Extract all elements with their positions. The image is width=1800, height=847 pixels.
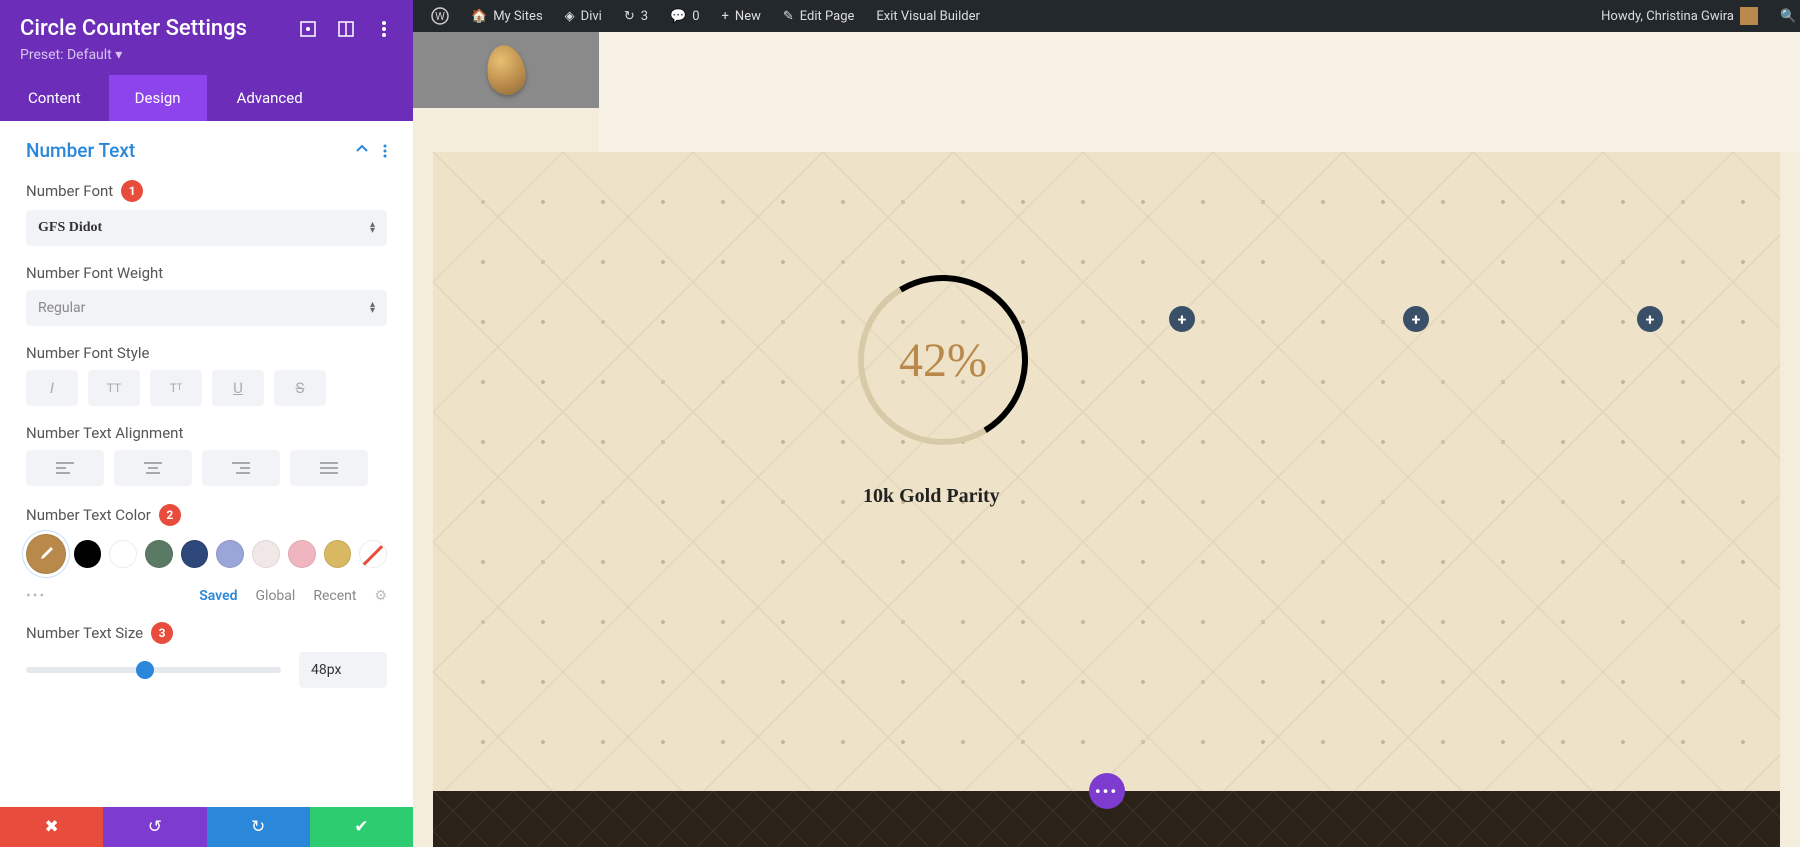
counter-number: 42% [858,275,1028,445]
weight-select[interactable]: Regular▴▾ [26,290,387,326]
save-button[interactable]: ✔ [310,807,413,847]
align-label: Number Text Alignment [26,424,183,442]
color-swatch-navy[interactable] [181,540,209,568]
undo-button[interactable]: ↺ [103,807,206,847]
cancel-button[interactable]: ✖ [0,807,103,847]
color-settings-icon[interactable]: ⚙ [374,588,387,604]
color-tab-global[interactable]: Global [256,588,296,604]
marker-3: 3 [151,622,173,644]
search-icon[interactable]: 🔍 [1772,9,1790,24]
settings-title: Circle Counter Settings [20,16,247,41]
section-more-icon[interactable] [383,144,387,158]
swatch-more-icon[interactable]: ••• [26,588,46,604]
font-label: Number Font [26,182,113,200]
font-select[interactable]: GFS Didot▴▾ [26,210,387,246]
select-arrows-icon: ▴▾ [370,222,375,234]
tab-advanced[interactable]: Advanced [207,75,329,121]
color-swatch-black[interactable] [74,540,102,568]
page-top-spacer [599,32,1800,152]
eyedropper-swatch[interactable] [26,534,66,574]
color-tab-saved[interactable]: Saved [199,588,237,604]
more-icon[interactable] [375,20,393,38]
tab-content[interactable]: Content [0,75,109,121]
color-swatch-green[interactable] [145,540,173,568]
preset-selector[interactable]: Preset: Default ▾ [20,47,393,63]
align-left-button[interactable] [26,450,104,486]
color-swatch-lavender[interactable] [216,540,244,568]
updates-link[interactable]: ↻ 3 [616,9,656,24]
size-value-input[interactable]: 48px [299,652,387,688]
howdy-user[interactable]: Howdy, Christina Gwira [1593,7,1766,25]
color-swatch-none[interactable] [359,540,387,568]
color-swatch-pale[interactable] [252,540,280,568]
counter-title: 10k Gold Parity [863,485,1000,508]
color-swatch-pink[interactable] [288,540,316,568]
strikethrough-button[interactable]: S [274,370,326,406]
comments-link[interactable]: 💬 0 [662,9,708,24]
color-label: Number Text Color [26,506,151,524]
content-section[interactable] [433,152,1780,847]
add-module-button[interactable]: + [1403,306,1429,332]
tab-design[interactable]: Design [109,75,207,121]
edit-page-link[interactable]: ✎ Edit Page [775,9,863,24]
wp-logo-icon[interactable]: W [423,7,457,25]
divi-link[interactable]: ◈ Divi [557,9,610,24]
my-sites-link[interactable]: 🏠 My Sites [463,9,551,24]
style-label: Number Font Style [26,344,149,362]
size-label: Number Text Size [26,624,143,642]
columns-icon[interactable] [337,20,355,38]
add-module-button[interactable]: + [1169,306,1195,332]
align-right-button[interactable] [202,450,280,486]
circle-counter-module[interactable]: 42% [858,275,1028,445]
section-title[interactable]: Number Text [26,139,135,162]
smallcaps-button[interactable]: TT [150,370,202,406]
size-slider[interactable] [26,667,281,673]
uppercase-button[interactable]: TT [88,370,140,406]
exit-builder-link[interactable]: Exit Visual Builder [868,9,987,24]
new-link[interactable]: + New [714,9,769,24]
weight-label: Number Font Weight [26,264,163,282]
settings-tabs: Content Design Advanced [0,75,413,121]
settings-sidebar: Circle Counter Settings Preset: Default … [0,0,413,847]
redo-button[interactable]: ↻ [207,807,310,847]
marker-1: 1 [121,180,143,202]
underline-button[interactable]: U [212,370,264,406]
select-arrows-icon: ▴▾ [370,302,375,314]
marker-2: 2 [159,504,181,526]
collapse-icon[interactable] [355,144,369,158]
settings-panel: Number Text Number Font 1 GFS Didot▴▾ Num… [0,121,413,807]
pendant-icon [483,42,529,98]
svg-text:W: W [435,10,445,23]
product-image [413,32,599,108]
color-tab-recent[interactable]: Recent [313,588,356,604]
align-center-button[interactable] [114,450,192,486]
avatar [1740,7,1758,25]
builder-fab-button[interactable]: ••• [1089,773,1125,809]
align-justify-button[interactable] [290,450,368,486]
add-module-button[interactable]: + [1637,306,1663,332]
preview-canvas: W 🏠 My Sites ◈ Divi ↻ 3 💬 0 + New ✎ Edit… [413,0,1800,847]
wp-admin-bar: W 🏠 My Sites ◈ Divi ↻ 3 💬 0 + New ✎ Edit… [413,0,1800,32]
italic-button[interactable]: I [26,370,78,406]
sidebar-header: Circle Counter Settings Preset: Default … [0,0,413,75]
expand-icon[interactable] [299,20,317,38]
slider-thumb[interactable] [136,661,154,679]
color-swatch-white[interactable] [109,540,137,568]
color-swatch-gold[interactable] [324,540,352,568]
action-bar: ✖ ↺ ↻ ✔ [0,807,413,847]
